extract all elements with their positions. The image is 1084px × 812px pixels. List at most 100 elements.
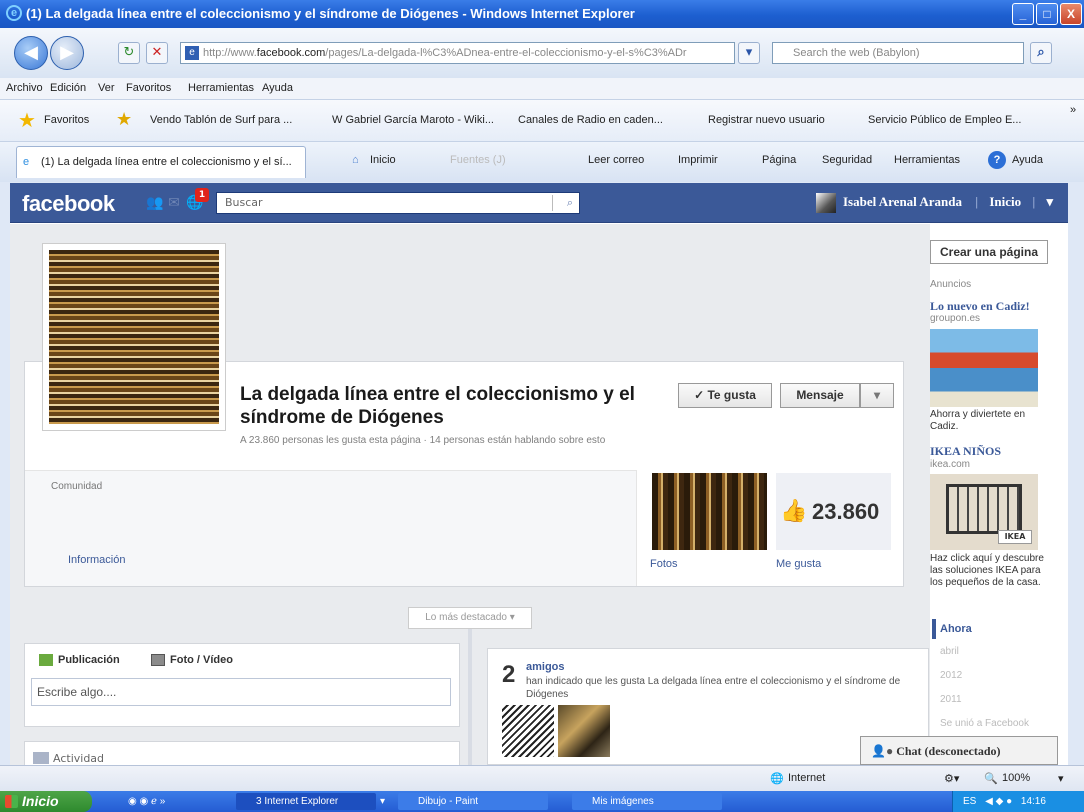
fav-item-radio[interactable]: Canales de Radio en caden... [518, 114, 663, 126]
category-label: Comunidad [51, 481, 103, 492]
facebook-top-bar: facebook 👥 ✉ 🌐 1 Buscar ⌕ Isabel Arenal … [10, 183, 1068, 223]
zoom-icon[interactable]: 🔍 [984, 772, 998, 785]
menu-ayuda[interactable]: Ayuda [262, 82, 293, 94]
home-icon[interactable]: ⌂ [352, 154, 359, 166]
protected-mode-icon[interactable]: ⚙▾ [944, 772, 959, 785]
activity-card: Actividad [24, 741, 460, 765]
browser-tab-active[interactable]: e (1) La delgada línea entre el coleccio… [16, 146, 306, 178]
menu-favoritos[interactable]: Favoritos [126, 82, 171, 94]
timeline-2012[interactable]: 2012 [940, 670, 962, 681]
activity-label: Actividad [53, 752, 105, 765]
status-icon [39, 654, 53, 667]
maximize-button[interactable]: □ [1036, 3, 1058, 25]
start-button[interactable]: Inicio [0, 791, 92, 812]
timeline-abril[interactable]: abril [940, 646, 959, 657]
tab-ie-icon: e [23, 156, 30, 168]
avatar [816, 193, 836, 213]
menu-edicion[interactable]: Edición [50, 82, 86, 94]
refresh-button[interactable]: ↻ [118, 42, 140, 64]
tool-inicio[interactable]: Inicio [370, 154, 396, 166]
tool-fuentes[interactable]: Fuentes (J) [450, 154, 506, 166]
facebook-logo[interactable]: facebook [22, 191, 115, 217]
fav-item-surf[interactable]: Vendo Tablón de Surf para ... [150, 114, 292, 126]
tool-leer-correo[interactable]: Leer correo [588, 154, 644, 166]
tab-foto-video[interactable]: Foto / Vídeo [151, 654, 233, 667]
timeline-ahora[interactable]: Ahora [940, 623, 972, 635]
friends-link[interactable]: amigos [526, 661, 565, 673]
highlights-dropdown[interactable]: Lo más destacado ▾ [408, 607, 532, 629]
search-icon[interactable]: ⌕ [567, 193, 573, 213]
menu-archivo[interactable]: Archivo [6, 82, 43, 94]
publisher-card: Publicación Foto / Vídeo Escribe algo...… [24, 643, 460, 727]
favbar-overflow-icon[interactable]: » [1070, 104, 1076, 116]
help-icon[interactable]: ? [988, 151, 1006, 169]
fav-item-empleo[interactable]: Servicio Público de Empleo E... [868, 114, 1021, 126]
add-favorite-icon[interactable]: ★ [116, 109, 132, 130]
chat-status-icon: 👤● [871, 744, 894, 758]
ad-title-groupon[interactable]: Lo nuevo en Cadiz! [930, 299, 1030, 314]
ad-domain-groupon: groupon.es [930, 313, 981, 324]
tool-seguridad[interactable]: Seguridad [822, 154, 872, 166]
photos-thumbnail[interactable] [652, 473, 767, 550]
home-link[interactable]: Inicio [989, 194, 1021, 209]
friend-avatar[interactable] [558, 705, 610, 757]
ad-image-waterpark[interactable] [930, 329, 1038, 407]
address-bar-row: ◀ ▶ ↻ ✕ e http://www.facebook.com/pages/… [0, 28, 1084, 78]
page-title: La delgada línea entre el coleccionismo … [240, 384, 635, 428]
messages-icon[interactable]: ✉ [166, 195, 182, 211]
stop-button[interactable]: ✕ [146, 42, 168, 64]
like-button[interactable]: ✓ Te gusta [678, 383, 772, 408]
zoom-dropdown-icon[interactable]: ▾ [1058, 772, 1064, 785]
friend-requests-icon[interactable]: 👥 [146, 195, 163, 211]
chat-bar[interactable]: 👤● Chat (desconectado) [860, 736, 1058, 765]
fav-item-registrar[interactable]: Registrar nuevo usuario [708, 114, 825, 126]
create-page-button[interactable]: Crear una página [930, 240, 1048, 264]
taskbar-paint[interactable]: Dibujo - Paint [398, 793, 548, 810]
friend-avatar[interactable] [502, 705, 554, 757]
url-dropdown-icon[interactable]: ▾ [738, 42, 760, 64]
taskbar-mis-imagenes[interactable]: Mis imágenes [572, 793, 722, 810]
close-window-button[interactable]: X [1060, 3, 1082, 25]
crib-illustration [946, 484, 1022, 534]
tool-ayuda[interactable]: Ayuda [1012, 154, 1043, 166]
menu-ver[interactable]: Ver [98, 82, 115, 94]
tool-imprimir[interactable]: Imprimir [678, 154, 718, 166]
web-search-field[interactable]: Search the web (Babylon) [772, 42, 1024, 64]
profile-picture[interactable] [42, 243, 226, 431]
options-dropdown-icon[interactable]: ▾ [860, 383, 894, 408]
tool-herramientas[interactable]: Herramientas [894, 154, 960, 166]
fav-item-wiki[interactable]: W Gabriel García Maroto - Wiki... [332, 114, 494, 126]
message-button[interactable]: Mensaje [780, 383, 860, 408]
search-icon[interactable]: ⌕ [1030, 42, 1052, 64]
minimize-button[interactable]: _ [1012, 3, 1034, 25]
page-favicon-icon: e [185, 46, 199, 60]
menu-herramientas[interactable]: Herramientas [188, 82, 254, 94]
ad-image-crib[interactable]: IKEA [930, 474, 1038, 550]
likes-box[interactable]: 👍 23.860 [776, 473, 891, 550]
security-zone: Internet [788, 772, 826, 784]
tool-pagina[interactable]: Página [762, 154, 796, 166]
language-indicator[interactable]: ES [963, 796, 976, 807]
photos-link[interactable]: Fotos [650, 558, 678, 570]
taskbar-ie[interactable]: 3 Internet Explorer [236, 793, 376, 810]
window-title: (1) La delgada línea entre el coleccioni… [26, 6, 635, 21]
favorites-button[interactable]: Favoritos [44, 114, 89, 126]
timeline-2011[interactable]: 2011 [940, 694, 962, 705]
likes-link[interactable]: Me gusta [776, 558, 821, 570]
books-photo [49, 250, 219, 424]
account-dropdown-icon[interactable]: ▾ [1047, 194, 1054, 209]
url-field[interactable]: e http://www.facebook.com/pages/La-delga… [180, 42, 735, 64]
forward-button[interactable]: ▶ [50, 36, 84, 70]
quicklaunch-icons[interactable]: ◉ ◉ ℯ » [128, 793, 165, 810]
tray-icons[interactable]: ◀ ◆ ● [985, 796, 1012, 807]
facebook-search-input[interactable]: Buscar ⌕ [216, 192, 580, 214]
zoom-level[interactable]: 100% [1002, 772, 1030, 784]
back-button[interactable]: ◀ [14, 36, 48, 70]
ad-title-ikea[interactable]: IKEA NIÑOS [930, 444, 1001, 459]
user-menu[interactable]: Isabel Arenal Aranda | Inicio | ▾ [816, 193, 1053, 213]
timeline-joined[interactable]: Se unió a Facebook [940, 718, 1029, 729]
info-link[interactable]: Información [68, 554, 125, 566]
tab-publicacion[interactable]: Publicación [39, 654, 120, 667]
write-post-input[interactable]: Escribe algo.... [31, 678, 451, 706]
taskbar-ie-dropdown[interactable]: ▾ [380, 793, 394, 810]
